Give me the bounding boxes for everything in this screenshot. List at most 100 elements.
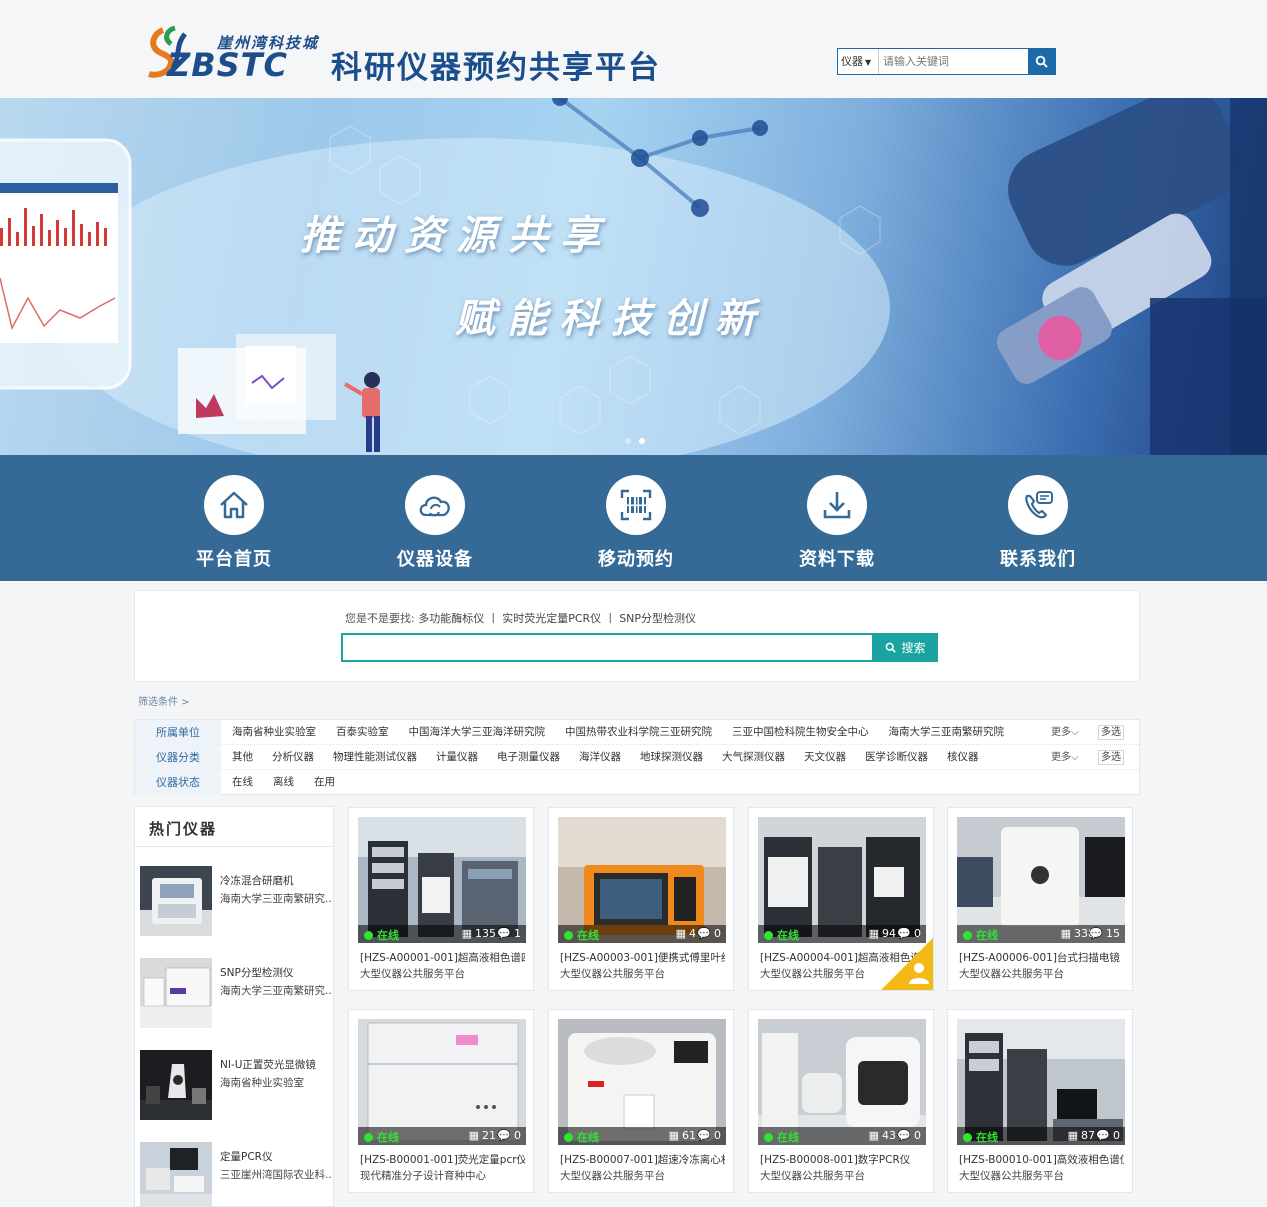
filter-option[interactable]: 地球探测仪器	[640, 745, 703, 769]
filter-option[interactable]: 分析仪器	[272, 745, 314, 769]
cloud-sync-icon	[419, 496, 450, 517]
filter-option[interactable]: 其他	[232, 745, 253, 769]
nav-home[interactable]: 平台首页	[174, 475, 294, 571]
hot-item[interactable]: NI-U正置荧光显微镜 海南省种业实验室	[140, 1050, 332, 1122]
suggestion-link[interactable]: 多功能酶标仪	[418, 612, 484, 625]
search-type-select[interactable]: 仪器 ▼	[838, 49, 879, 74]
hot-instruments-title: 热门仪器	[149, 820, 218, 838]
chevron-down-icon: ⌵	[1071, 727, 1079, 738]
filter-option[interactable]: 物理性能测试仪器	[333, 745, 417, 769]
card-org: 大型仪器公共服务平台	[760, 1170, 865, 1182]
nav-mobile-booking[interactable]: 移动预约	[576, 475, 696, 571]
filter-more-button[interactable]: 更多⌵	[1051, 720, 1079, 745]
nav-contact[interactable]: 联系我们	[978, 475, 1098, 571]
site-logo[interactable]: 崖州湾科技城 ZBSTC	[145, 24, 325, 84]
hot-item[interactable]: 冷冻混合研磨机 海南大学三亚南繁研究...	[140, 866, 332, 938]
header-search-button[interactable]	[1028, 49, 1055, 74]
view-count: ▦ 135	[461, 927, 496, 940]
comment-icon: 💬	[697, 1129, 711, 1142]
filter-option[interactable]: 海南省种业实验室	[232, 720, 316, 744]
filter-option[interactable]: 中国海洋大学三亚海洋研究院	[409, 720, 546, 744]
suggestion-link[interactable]: 实时荧光定量PCR仪	[502, 612, 601, 625]
carousel-dot[interactable]	[625, 438, 631, 444]
instrument-photo: 在线 ▦ 61 💬 0	[558, 1019, 726, 1145]
nav-label: 平台首页	[196, 549, 272, 570]
card-title[interactable]: [HZS-B00008-001]数字PCR仪	[760, 1152, 925, 1167]
instrument-card[interactable]: 在线 ▦ 43 💬 0 [HZS-B00008-001]数字PCR仪 大型仪器公共服…	[748, 1009, 934, 1193]
phone-chat-icon	[1025, 491, 1053, 519]
separator: 丨	[604, 612, 616, 625]
filter-option[interactable]: 大气探测仪器	[722, 745, 785, 769]
hot-item[interactable]: SNP分型检测仪 海南大学三亚南繁研究...	[140, 958, 332, 1030]
instrument-card[interactable]: 在线 ▦94 💬0 [HZS-A00004-001]超高液相色谱-三... 大型…	[748, 807, 934, 991]
card-title[interactable]: [HZS-A00006-001]台式扫描电镜	[959, 950, 1124, 965]
nav-instruments[interactable]: 仪器设备	[375, 475, 495, 571]
filter-more-button[interactable]: 更多⌵	[1051, 745, 1079, 770]
filter-option[interactable]: 计量仪器	[436, 745, 478, 769]
filter-option[interactable]: 海南大学三亚南繁研究院	[889, 720, 1005, 744]
grid-icon: ▦	[868, 1129, 879, 1142]
nav-downloads[interactable]: 资料下载	[777, 475, 897, 571]
instrument-photo: 在线 ▦ 21 💬 0	[358, 1019, 526, 1145]
card-title[interactable]: [HZS-B00001-001]荧光定量pcr仪	[360, 1152, 525, 1167]
filter-option[interactable]: 天文仪器	[804, 745, 846, 769]
card-title[interactable]: [HZS-A00003-001]便携式傅里叶红...	[560, 950, 725, 965]
filter-option[interactable]: 三亚中国检科院生物安全中心	[732, 720, 869, 744]
filter-option[interactable]: 离线	[273, 770, 294, 795]
hero-banner[interactable]: 推动资源共享 赋能科技创新	[0, 98, 1267, 455]
comment-icon: 💬	[1096, 1129, 1110, 1142]
instrument-photo: 在线 ▦ 338 💬 15	[957, 817, 1125, 943]
card-org: 大型仪器公共服务平台	[959, 1170, 1064, 1182]
filter-options: 海南省种业实验室 百泰实验室 中国海洋大学三亚海洋研究院 中国热带农业科学院三亚…	[232, 720, 1004, 744]
filter-option[interactable]: 在用	[314, 770, 335, 795]
hot-item[interactable]: 定量PCR仪 三亚崖州湾国际农业科...	[140, 1142, 332, 1206]
suggestion-link[interactable]: SNP分型检测仪	[619, 612, 696, 625]
instrument-thumbnail	[140, 1050, 212, 1120]
card-title[interactable]: [HZS-B00007-001]超速冷冻离心机	[560, 1152, 725, 1167]
instrument-thumbnail	[140, 958, 212, 1028]
filter-option[interactable]: 中国热带农业科学院三亚研究院	[565, 720, 712, 744]
carousel-dot-active[interactable]	[639, 438, 645, 444]
filter-option[interactable]: 核仪器	[947, 745, 979, 769]
filter-option[interactable]: 电子测量仪器	[497, 745, 560, 769]
search-panel: 您是不是要找: 多功能酶标仪 丨 实时荧光定量PCR仪 丨 SNP分型检测仪 搜…	[134, 590, 1140, 682]
instrument-photo: 在线 ▦ 4 💬 0	[558, 817, 726, 943]
instrument-photo: 在线 ▦ 87 💬 0	[957, 1019, 1125, 1145]
logo-english: ZBSTC	[167, 46, 288, 84]
filter-option[interactable]: 海洋仪器	[579, 745, 621, 769]
main-search-button[interactable]: 搜索	[873, 633, 938, 662]
filter-option[interactable]: 在线	[232, 770, 253, 795]
main-search-input[interactable]	[343, 635, 872, 660]
comment-count: 💬 1	[497, 927, 521, 940]
filter-row-status: 仪器状态 在线 离线 在用	[135, 770, 1139, 795]
header-search-input[interactable]	[879, 49, 1028, 74]
instrument-card[interactable]: 在线 ▦ 338 💬 15 [HZS-A00006-001]台式扫描电镜 大型仪器公…	[947, 807, 1133, 991]
user-badge-icon	[881, 938, 933, 990]
filter-option[interactable]: 医学诊断仪器	[865, 745, 928, 769]
card-org: 大型仪器公共服务平台	[959, 968, 1064, 980]
filter-panel: 所属单位 海南省种业实验室 百泰实验室 中国海洋大学三亚海洋研究院 中国热带农业…	[134, 719, 1140, 795]
filter-multi-select-button[interactable]: 多选	[1098, 750, 1124, 765]
online-status: 在线	[564, 1129, 599, 1145]
instrument-card[interactable]: 在线 ▦ 87 💬 0 [HZS-B00010-001]高效液相色谱仪 大型仪器公共…	[947, 1009, 1133, 1193]
hot-item-org: 海南大学三亚南繁研究...	[220, 985, 332, 997]
grid-icon: ▦	[675, 927, 686, 940]
filter-multi-select-button[interactable]: 多选	[1098, 725, 1124, 740]
card-title[interactable]: [HZS-A00001-001]超高液相色谱四...	[360, 950, 525, 965]
comment-count: 💬 0	[697, 1129, 721, 1142]
instrument-card[interactable]: 在线 ▦ 61 💬 0 [HZS-B00007-001]超速冷冻离心机 大型仪器公共…	[548, 1009, 734, 1193]
comment-icon: 💬	[497, 927, 511, 940]
view-count: ▦ 4	[675, 927, 696, 940]
instrument-card[interactable]: 在线 ▦ 21 💬 0 [HZS-B00001-001]荧光定量pcr仪 现代精准分…	[348, 1009, 534, 1193]
grid-icon: ▦	[1060, 927, 1071, 940]
instrument-card[interactable]: 在线 ▦ 135 💬 1 [HZS-A00001-001]超高液相色谱四... 大型…	[348, 807, 534, 991]
home-icon	[220, 491, 248, 519]
card-title[interactable]: [HZS-B00010-001]高效液相色谱仪	[959, 1152, 1124, 1167]
search-icon	[1035, 55, 1048, 68]
nav-label: 仪器设备	[397, 549, 473, 570]
search-suggestions: 您是不是要找: 多功能酶标仪 丨 实时荧光定量PCR仪 丨 SNP分型检测仪	[345, 610, 696, 626]
filter-option[interactable]: 百泰实验室	[336, 720, 389, 744]
comment-icon: 💬	[697, 927, 711, 940]
online-status: 在线	[764, 927, 799, 943]
instrument-card[interactable]: 在线 ▦ 4 💬 0 [HZS-A00003-001]便携式傅里叶红... 大型仪器…	[548, 807, 734, 991]
